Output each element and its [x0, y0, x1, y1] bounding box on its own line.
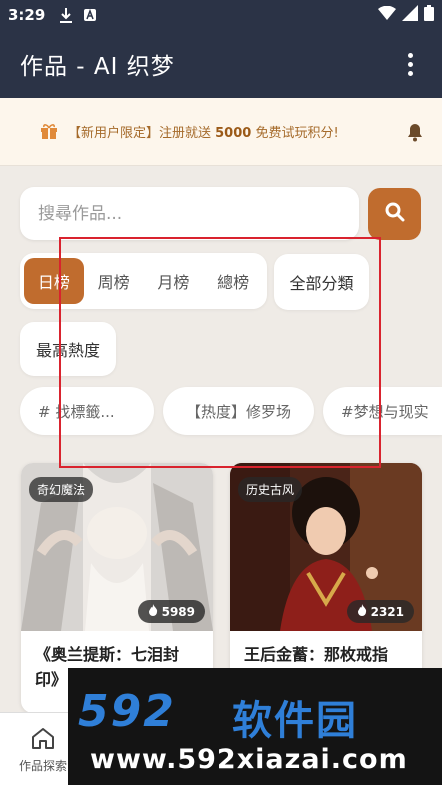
work-cover-image: 奇幻魔法 5989: [21, 463, 213, 631]
search-box: [20, 187, 359, 240]
tab-monthly[interactable]: 月榜: [144, 258, 204, 304]
watermark-logo: 592: [78, 686, 176, 737]
category-filter[interactable]: 全部分類: [274, 254, 369, 310]
promo-notice[interactable]: 【新用户限定】注册就送 5000 免费试玩积分!: [0, 98, 442, 166]
tag-search-chip[interactable]: # 找標籤...: [20, 387, 154, 435]
signal-icon: [402, 5, 418, 25]
search-button[interactable]: [368, 188, 421, 240]
tab-total[interactable]: 總榜: [203, 258, 263, 304]
nav-explore-label: 作品探索: [18, 758, 67, 773]
heat-badge: 5989: [137, 600, 205, 623]
genre-badge: 历史古风: [238, 477, 303, 502]
tab-daily[interactable]: 日榜: [24, 258, 84, 304]
app-notification-icon: [81, 6, 99, 24]
tag-chip[interactable]: 【热度】修罗场: [163, 387, 314, 435]
fire-icon: [148, 604, 158, 619]
more-menu-icon[interactable]: [398, 44, 422, 84]
bell-icon[interactable]: [406, 122, 424, 146]
fire-icon: [357, 604, 367, 619]
page-title: 作品 - AI 织梦: [20, 54, 175, 80]
watermark-brand: 软件园: [232, 698, 358, 744]
genre-badge: 奇幻魔法: [29, 477, 94, 502]
site-watermark: 592 软件园 www.592xiazai.com: [68, 668, 442, 785]
battery-icon: [424, 5, 434, 25]
sort-filter[interactable]: 最高熱度: [20, 322, 116, 376]
gift-icon: [40, 122, 58, 144]
work-cover-image: 历史古风 2321: [230, 463, 422, 631]
tag-chip[interactable]: #梦想与现实: [323, 387, 442, 435]
search-input[interactable]: [38, 203, 341, 224]
app-bar: 作品 - AI 织梦: [0, 30, 442, 98]
status-time: 3:29: [8, 6, 46, 24]
home-icon: [30, 726, 56, 753]
status-bar: 3:29: [0, 0, 442, 30]
search-icon: [385, 202, 405, 226]
wifi-icon: [378, 5, 396, 24]
download-icon: [57, 6, 75, 24]
heat-badge: 2321: [346, 600, 414, 623]
rank-tabs: 日榜 周榜 月榜 總榜: [20, 253, 267, 309]
watermark-url: www.592xiazai.com: [90, 744, 408, 775]
tab-weekly[interactable]: 周榜: [84, 258, 144, 304]
promo-text: 【新用户限定】注册就送 5000 免费试玩积分!: [68, 126, 339, 141]
